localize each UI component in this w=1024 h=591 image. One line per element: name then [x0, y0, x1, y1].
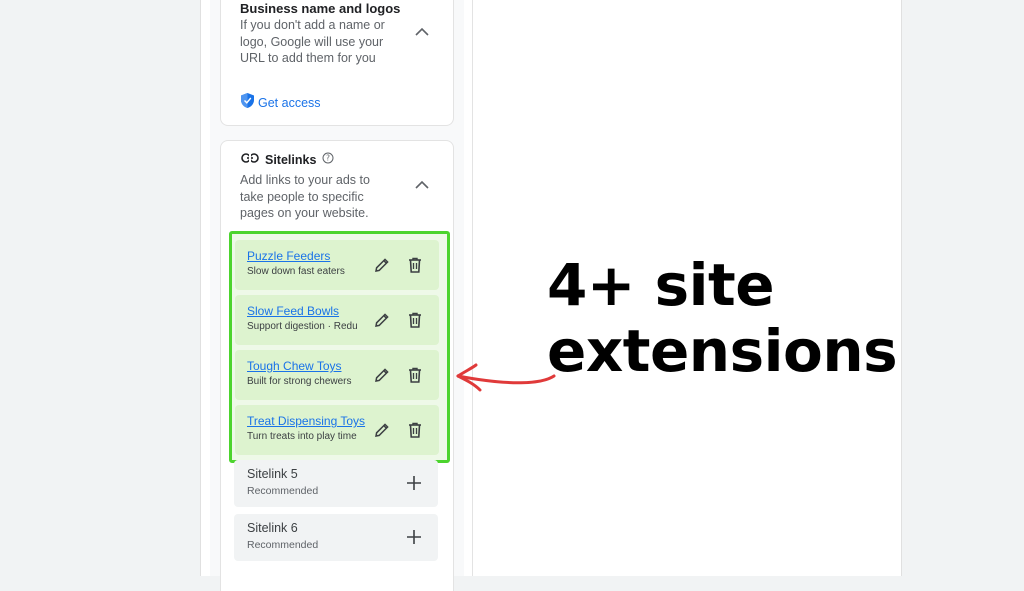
delete-trash-icon[interactable]: [407, 421, 423, 444]
sitelink-row[interactable]: Tough Chew Toys Built for strong chewers: [235, 350, 439, 400]
svg-text:?: ?: [326, 154, 330, 163]
sitelinks-title: Sitelinks: [265, 153, 317, 167]
sitelink-name-link[interactable]: Treat Dispensing Toys: [247, 414, 365, 428]
plus-icon[interactable]: [406, 475, 422, 496]
sitelink-slot-sublabel: Recommended: [247, 539, 319, 551]
help-icon[interactable]: ?: [322, 151, 334, 169]
delete-trash-icon[interactable]: [407, 311, 423, 334]
callout-line-2: extensions: [547, 317, 898, 385]
sitelink-name-link[interactable]: Puzzle Feeders: [247, 249, 330, 263]
sitelink-name-link[interactable]: Tough Chew Toys: [247, 359, 342, 373]
business-card-description: If you don't add a name or logo, Google …: [240, 18, 385, 65]
callout-text: 4+ site extensions: [547, 251, 898, 385]
sitelink-description: Turn treats into play time: [247, 431, 357, 442]
column-divider: [472, 0, 473, 576]
sitelink-row[interactable]: Slow Feed Bowls Support digestion · Redu…: [235, 295, 439, 345]
collapse-business-chevron-icon[interactable]: [414, 24, 430, 40]
add-sitelink-row[interactable]: Sitelink 6 Recommended: [234, 514, 438, 561]
sitelink-slot-label: Sitelink 5: [247, 467, 298, 481]
link-icon: [241, 151, 259, 169]
get-access-label: Get access: [258, 96, 321, 110]
sitelinks-header: Sitelinks ?: [241, 151, 334, 169]
delete-trash-icon[interactable]: [407, 256, 423, 279]
plus-icon[interactable]: [406, 529, 422, 550]
sitelink-row[interactable]: Puzzle Feeders Slow down fast eaters: [235, 240, 439, 290]
add-sitelink-row[interactable]: Sitelink 5 Recommended: [234, 460, 438, 507]
sitelink-slot-label: Sitelink 6: [247, 521, 298, 535]
get-access-link[interactable]: Get access: [240, 92, 321, 114]
business-card-title: Business name and logos: [240, 1, 401, 16]
edit-pencil-icon[interactable]: [373, 366, 391, 389]
edit-pencil-icon[interactable]: [373, 311, 391, 334]
sitelink-description: Slow down fast eaters: [247, 266, 345, 277]
sitelink-slot-sublabel: Recommended: [247, 485, 319, 497]
callout-line-1: 4+ site: [547, 251, 775, 319]
sitelink-description: Support digestion · Reduce bloat: [247, 321, 357, 332]
collapse-sitelinks-chevron-icon[interactable]: [414, 177, 430, 193]
sitelink-row[interactable]: Treat Dispensing Toys Turn treats into p…: [235, 405, 439, 455]
sitelink-description: Built for strong chewers: [247, 376, 352, 387]
red-arrow-annotation: [450, 360, 562, 405]
sitelinks-description: Add links to your ads to take people to …: [240, 173, 370, 220]
edit-pencil-icon[interactable]: [373, 421, 391, 444]
shield-icon: [240, 92, 255, 114]
edit-pencil-icon[interactable]: [373, 256, 391, 279]
sitelink-name-link[interactable]: Slow Feed Bowls: [247, 304, 339, 318]
delete-trash-icon[interactable]: [407, 366, 423, 389]
